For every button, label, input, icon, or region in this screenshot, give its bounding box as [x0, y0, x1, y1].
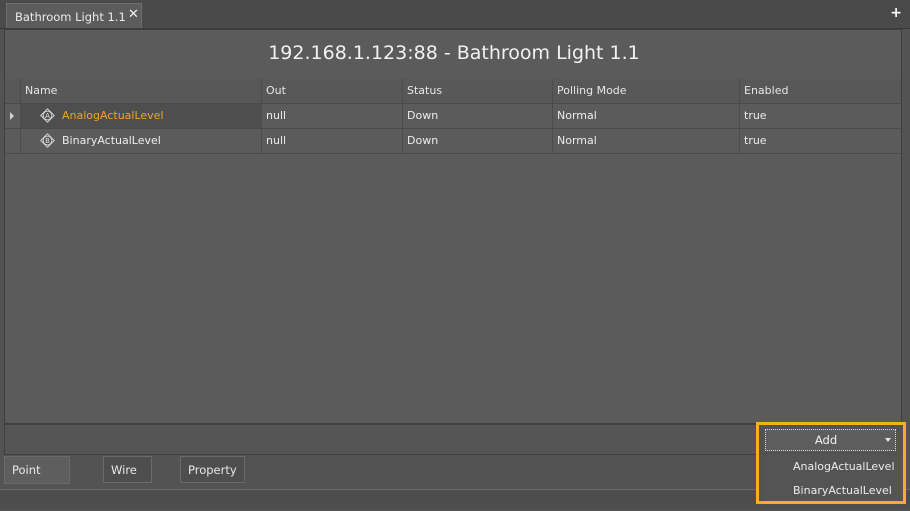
column-header-enabled[interactable]: Enabled — [739, 79, 901, 103]
table-row[interactable]: A AnalogActualLevel null Down Normal tru… — [5, 104, 901, 129]
document-tab[interactable]: Bathroom Light 1.1 ✕ — [6, 3, 142, 28]
status-cell: Down — [402, 104, 552, 128]
enabled-cell: true — [739, 104, 901, 128]
add-button-label: Add — [814, 433, 838, 447]
close-tab-icon[interactable]: ✕ — [128, 7, 139, 22]
row-indicator — [5, 129, 20, 153]
new-tab-icon[interactable]: + — [890, 5, 902, 21]
document-tab-label: Bathroom Light 1.1 — [15, 10, 126, 24]
binary-point-icon: B — [40, 133, 55, 148]
menu-item-binary-actual-level[interactable]: BinaryActualLevel — [793, 484, 892, 497]
column-header-polling-mode[interactable]: Polling Mode — [552, 79, 739, 103]
name-cell[interactable]: B BinaryActualLevel — [20, 129, 261, 153]
row-arrow-icon — [10, 112, 14, 120]
enabled-cell: true — [739, 129, 901, 153]
point-name: BinaryActualLevel — [62, 134, 161, 147]
add-button[interactable]: Add — [765, 429, 896, 451]
menu-item-analog-actual-level[interactable]: AnalogActualLevel — [793, 460, 895, 473]
point-manager-panel: 192.168.1.123:88 - Bathroom Light 1.1 Na… — [4, 29, 902, 424]
table-header-row: Name Out Status Polling Mode Enabled — [5, 79, 901, 104]
points-table: Name Out Status Polling Mode Enabled A A… — [5, 79, 901, 154]
document-tab-bar: Bathroom Light 1.1 ✕ + — [0, 0, 910, 29]
header-spacer — [5, 79, 20, 103]
tab-point-manager[interactable]: Point Manager — [4, 456, 71, 504]
column-header-name[interactable]: Name — [20, 79, 261, 103]
svg-text:A: A — [45, 112, 50, 120]
add-menu: AnalogActualLevel BinaryActualLevel — [764, 455, 903, 501]
tab-wire-sheet[interactable]: Wire Sheet — [103, 456, 153, 504]
name-cell[interactable]: A AnalogActualLevel — [20, 104, 261, 128]
out-cell: null — [261, 129, 402, 153]
point-name: AnalogActualLevel — [62, 109, 164, 122]
polling-mode-cell: Normal — [552, 129, 739, 153]
out-cell: null — [261, 104, 402, 128]
column-header-out[interactable]: Out — [261, 79, 402, 103]
polling-mode-cell: Normal — [552, 104, 739, 128]
table-row[interactable]: B BinaryActualLevel null Down Normal tru… — [5, 129, 901, 154]
row-indicator — [5, 104, 20, 128]
page-title: 192.168.1.123:88 - Bathroom Light 1.1 — [268, 42, 640, 64]
analog-point-icon: A — [40, 108, 55, 123]
column-header-status[interactable]: Status — [402, 79, 552, 103]
tab-property-sheet[interactable]: Property Sheet — [180, 456, 245, 504]
chevron-down-icon — [885, 438, 891, 442]
status-cell: Down — [402, 129, 552, 153]
svg-text:B: B — [45, 137, 50, 145]
